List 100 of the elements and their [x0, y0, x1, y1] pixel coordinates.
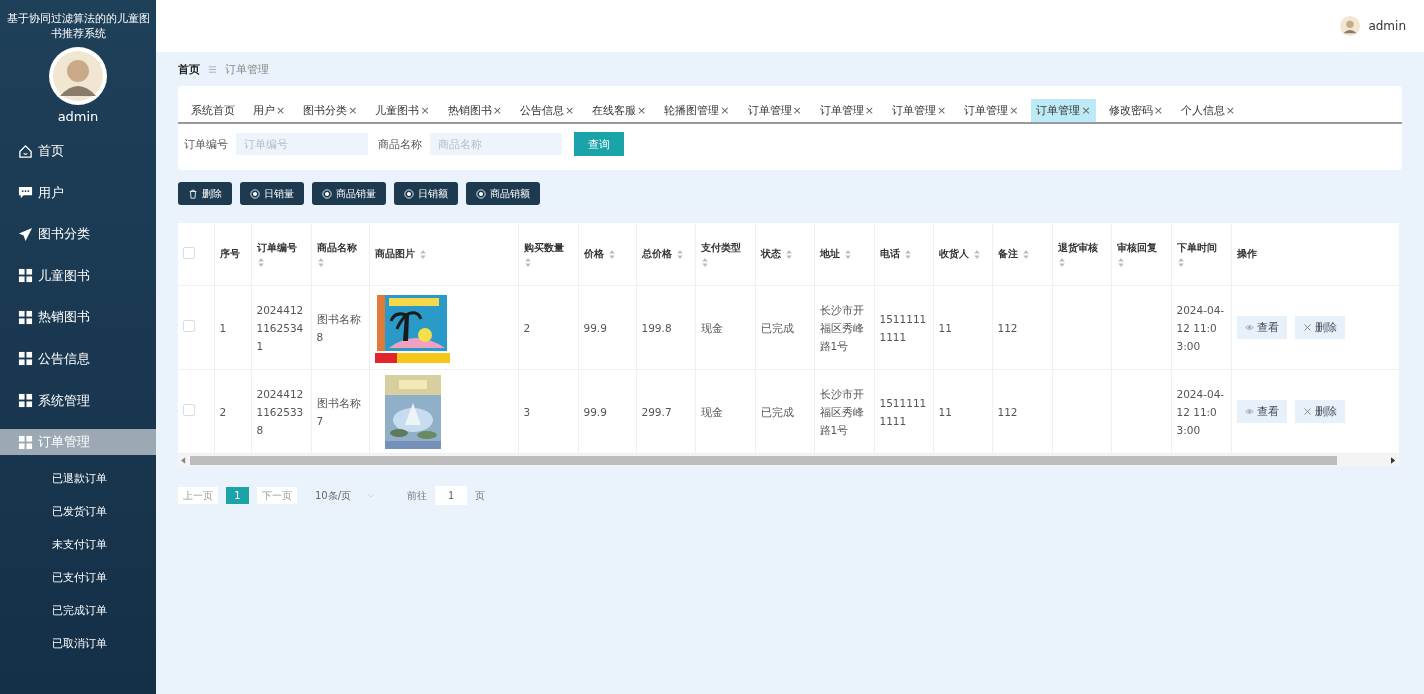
sort-icon[interactable]: [418, 248, 427, 260]
username: admin: [1368, 19, 1406, 33]
grid-icon: [18, 309, 33, 325]
column-header: 商品名称: [316, 240, 357, 255]
table-cell-text: 图书名称8: [316, 311, 362, 345]
tab[interactable]: 在线客服×: [587, 99, 652, 122]
action-button[interactable]: 日销量: [240, 182, 304, 205]
sort-icon[interactable]: [700, 256, 709, 268]
table-cell-text: 199.8: [641, 320, 672, 336]
tab[interactable]: 热销图书×: [442, 99, 507, 122]
column-header: 退货审核: [1057, 240, 1098, 255]
breadcrumb-current: 订单管理: [225, 61, 269, 77]
sort-icon[interactable]: [675, 248, 684, 260]
left-arrow-icon[interactable]: [181, 456, 186, 464]
table-cell-text: 已完成: [760, 404, 794, 420]
radio-icon: [404, 188, 414, 199]
table-cell-text: 2: [219, 404, 227, 420]
column-header: 备注: [997, 247, 1018, 261]
menu-item[interactable]: 公告信息: [0, 345, 156, 372]
sort-icon[interactable]: [843, 248, 852, 260]
radio-icon: [322, 188, 332, 199]
checkbox[interactable]: [183, 247, 195, 259]
delete-button[interactable]: 删除: [1294, 400, 1345, 423]
table-cell-text: 3: [523, 404, 531, 420]
grid-icon: [18, 268, 33, 284]
tab[interactable]: 用户×: [248, 99, 291, 122]
menu-item[interactable]: 图书分类: [0, 221, 156, 248]
tab[interactable]: 个人信息×: [1175, 99, 1241, 122]
radio-icon: [250, 188, 260, 199]
table-cell-text: 15111111111: [879, 395, 928, 429]
tab[interactable]: 图书分类×: [298, 99, 363, 122]
tab[interactable]: 订单管理×: [814, 99, 879, 122]
scrollbar[interactable]: [178, 454, 1399, 466]
tab[interactable]: 轮播图管理×: [659, 99, 735, 122]
table-cell-text: 图书名称7: [316, 395, 362, 429]
tab[interactable]: 修改密码×: [1103, 99, 1168, 122]
close-icon: [1302, 407, 1312, 416]
view-button[interactable]: 查看: [1236, 400, 1287, 423]
page-size-select[interactable]: 10条/页: [315, 488, 376, 503]
sort-icon[interactable]: [1057, 256, 1066, 268]
sort-icon[interactable]: [1116, 256, 1125, 268]
breadcrumb-link[interactable]: 首页: [178, 61, 200, 77]
table-cell-text: 99.9: [583, 404, 607, 420]
menu-item[interactable]: 首页: [0, 138, 156, 164]
paper-plane-icon: [18, 226, 33, 242]
sort-icon[interactable]: [972, 248, 981, 260]
close-icon: [1302, 323, 1312, 332]
sort-icon[interactable]: [316, 256, 325, 268]
checkbox[interactable]: [183, 319, 195, 332]
sort-icon[interactable]: [903, 248, 912, 260]
sort-icon[interactable]: [523, 256, 532, 268]
table-cell-text: 长沙市开福区秀峰路1号: [819, 302, 865, 354]
column-header: 购买数量: [523, 240, 564, 255]
sort-icon[interactable]: [1021, 248, 1030, 260]
table-cell-text: 1: [219, 320, 227, 336]
menu-item[interactable]: 用户: [0, 179, 156, 206]
field-label: 订单编号: [184, 136, 228, 152]
tab[interactable]: 系统首页: [186, 99, 240, 122]
action-button[interactable]: 商品销量: [312, 182, 386, 205]
table-cell-text: 11: [938, 404, 952, 420]
table-cell-text: 长沙市开福区秀峰路1号: [819, 386, 865, 438]
table-cell-text: 2024-04-12 11:03:00: [1176, 386, 1226, 438]
menu-item[interactable]: 热销图书: [0, 304, 156, 331]
sort-icon[interactable]: [607, 248, 616, 260]
page-input[interactable]: 1: [435, 486, 468, 505]
tab[interactable]: 儿童图书×: [370, 99, 435, 122]
table-cell-text: 112: [997, 320, 1018, 336]
column-header: 地址: [819, 247, 840, 261]
delete-button[interactable]: 删除: [1294, 316, 1345, 339]
right-arrow-icon[interactable]: [1391, 456, 1396, 464]
column-header: 商品图片: [374, 247, 415, 261]
tab[interactable]: 订单管理×: [959, 99, 1024, 122]
table-cell-text: 现金: [700, 320, 723, 336]
goto-label: 前往: [407, 488, 428, 503]
tab[interactable]: 订单管理×: [1031, 99, 1096, 122]
action-button[interactable]: 商品销额: [466, 182, 540, 205]
sort-icon[interactable]: [1176, 256, 1185, 268]
tab[interactable]: 公告信息×: [514, 99, 580, 122]
menu-item[interactable]: 系统管理: [0, 387, 156, 414]
column-header: 状态: [760, 247, 781, 261]
column-header: 电话: [879, 247, 900, 261]
chevron-down-icon: [367, 493, 376, 498]
view-button[interactable]: 查看: [1236, 316, 1287, 339]
eye-icon: [1244, 407, 1254, 416]
column-header: 操作: [1236, 247, 1257, 261]
menu-item[interactable]: 儿童图书: [0, 262, 156, 289]
action-button[interactable]: 删除: [178, 182, 232, 205]
avatar-icon: [1340, 16, 1361, 36]
table-cell-text: 99.9: [583, 320, 607, 336]
grid-icon: [18, 351, 33, 367]
table-cell-text: 202441211625341: [256, 302, 305, 354]
sort-icon[interactable]: [256, 256, 265, 268]
column-header: 价格: [583, 247, 604, 261]
checkbox[interactable]: [183, 403, 195, 416]
action-button[interactable]: 日销额: [394, 182, 458, 205]
tab[interactable]: 订单管理×: [886, 99, 952, 122]
sort-icon[interactable]: [784, 248, 793, 260]
tab[interactable]: 订单管理×: [742, 99, 807, 122]
grid-icon: [18, 393, 33, 409]
avatar-icon: [48, 46, 108, 106]
